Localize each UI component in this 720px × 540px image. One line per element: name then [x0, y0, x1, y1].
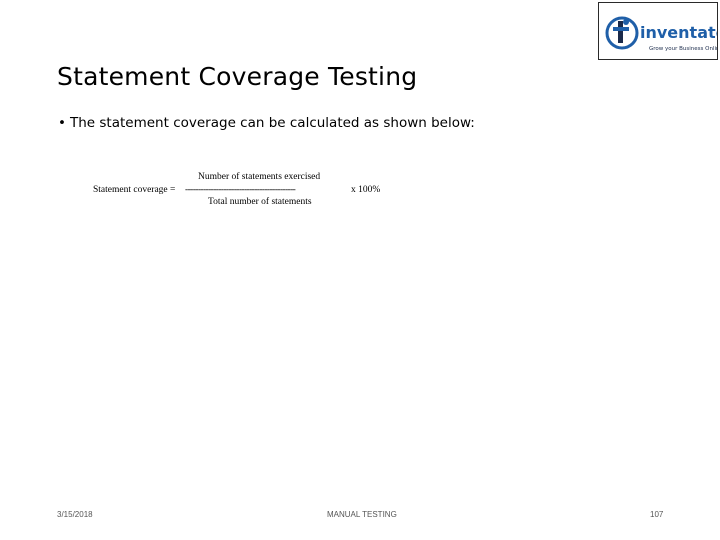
logo-graphic: inventateq Grow your Business Online	[605, 16, 717, 52]
footer-date: 3/15/2018	[57, 510, 93, 519]
logo-tagline: Grow your Business Online	[649, 46, 717, 52]
bullet-point: • The statement coverage can be calculate…	[58, 115, 475, 131]
formula-numerator: Number of statements exercised	[198, 172, 321, 182]
logo-wordmark: inventateq	[640, 23, 717, 42]
slide-title: Statement Coverage Testing	[57, 62, 418, 91]
company-logo: inventateq Grow your Business Online	[598, 2, 718, 60]
bullet-text: The statement coverage can be calculated…	[70, 115, 475, 131]
slide: inventateq Grow your Business Online Sta…	[0, 0, 720, 540]
formula-denominator: Total number of statements	[208, 197, 312, 207]
formula-divider: ----------------------------------------…	[185, 185, 296, 195]
formula-multiplier: x 100%	[351, 185, 381, 195]
page-number: 107	[650, 510, 664, 519]
formula-lhs: Statement coverage =	[93, 185, 176, 195]
coverage-formula: Number of statements exercised Statement…	[93, 172, 393, 212]
footer-title: MANUAL TESTING	[327, 510, 397, 519]
bullet-icon: •	[58, 115, 66, 131]
